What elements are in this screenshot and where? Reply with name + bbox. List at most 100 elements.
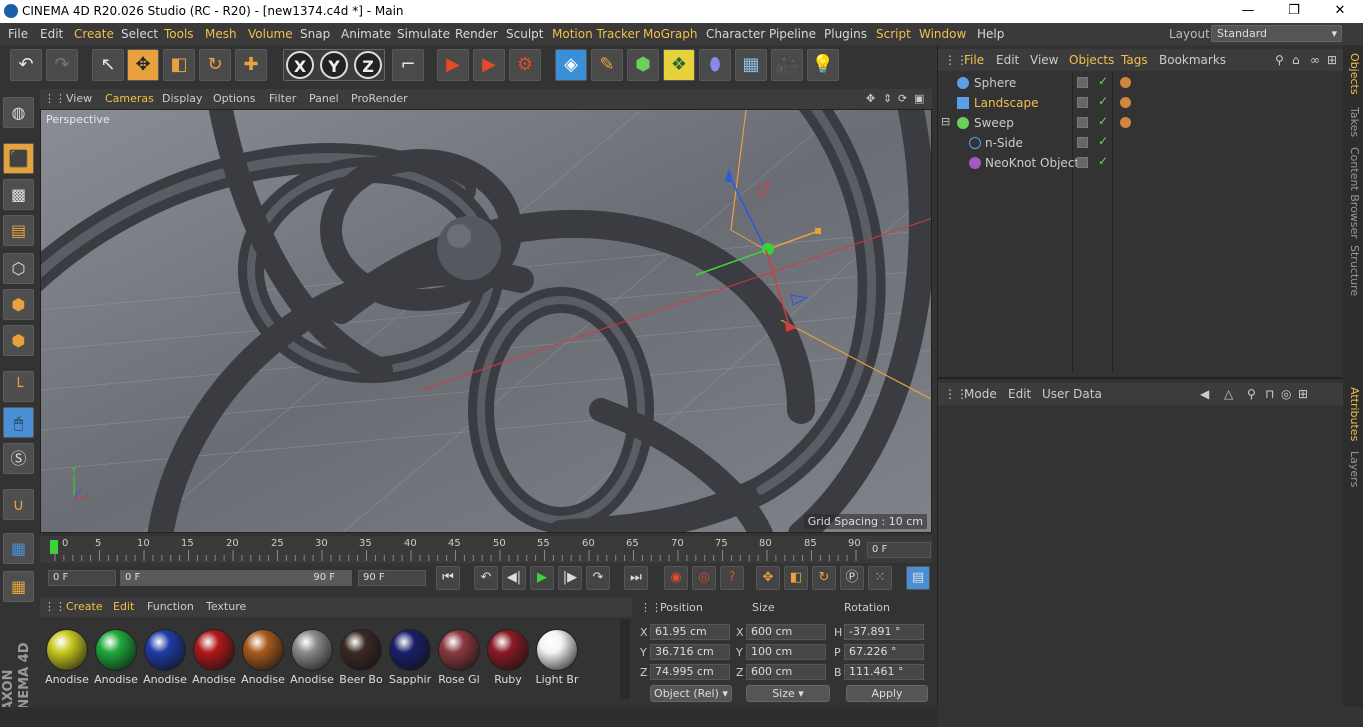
edges-mode-button[interactable]: ⬢ — [3, 289, 34, 320]
lock-icon[interactable]: ⊓ — [1265, 387, 1274, 401]
menu-tools[interactable]: Tools — [164, 27, 194, 41]
viewport-menu-options[interactable]: Options — [213, 92, 255, 105]
material-swatch[interactable]: Anodise — [44, 627, 90, 687]
material-swatch[interactable]: Anodise — [93, 627, 139, 687]
max-time-field[interactable]: 90 F — [358, 570, 426, 586]
back-arrow-icon[interactable]: ◀ — [1200, 387, 1209, 401]
position-field[interactable]: 61.95 cm — [650, 624, 730, 640]
points-mode-button[interactable]: ⬡ — [3, 253, 34, 284]
array-button[interactable]: ❖ — [663, 49, 695, 81]
snap-button[interactable]: ∪ — [3, 489, 34, 520]
menu-render[interactable]: Render — [455, 27, 498, 41]
menu-simulate[interactable]: Simulate — [397, 27, 450, 41]
play-button[interactable]: ▶ — [530, 566, 554, 590]
3d-viewport[interactable]: Y Perspective Grid Spacing : 10 cm — [40, 109, 932, 533]
autokey-button[interactable]: ◎ — [692, 566, 716, 590]
up-arrow-icon[interactable]: △ — [1224, 387, 1233, 401]
deformer-button[interactable]: ⬮ — [699, 49, 731, 81]
object-menu-edit[interactable]: Edit — [996, 53, 1019, 67]
home-icon[interactable]: ⌂ — [1292, 53, 1300, 67]
material-menu-function[interactable]: Function — [147, 600, 194, 613]
layer-square-icon[interactable] — [1077, 117, 1088, 128]
spline-pen-button[interactable]: ✎ — [591, 49, 623, 81]
material-menu-create[interactable]: Create — [66, 600, 103, 613]
viewport-menu-view[interactable]: View — [66, 92, 92, 105]
object-row-sweep[interactable]: ⊟ Sweep ✓ — [938, 114, 1344, 133]
menu-create[interactable]: Create — [74, 27, 114, 41]
material-swatch[interactable]: Sapphir — [387, 627, 433, 687]
menu-character[interactable]: Character — [706, 27, 765, 41]
enabled-check-icon[interactable]: ✓ — [1098, 134, 1108, 148]
tab-structure[interactable]: Structure — [1345, 245, 1361, 296]
floor-button[interactable]: ▦ — [735, 49, 767, 81]
viewport-menu-panel[interactable]: Panel — [309, 92, 339, 105]
rotation-field[interactable]: 67.226 ° — [844, 644, 924, 660]
enabled-check-icon[interactable]: ✓ — [1098, 114, 1108, 128]
object-row-landscape[interactable]: Landscape ✓ — [938, 94, 1344, 113]
key-parameter-button[interactable]: Ⓟ — [840, 566, 864, 590]
object-menu-file[interactable]: File — [964, 53, 984, 67]
attribute-menu-edit[interactable]: Edit — [1008, 387, 1031, 401]
tab-objects[interactable]: Objects — [1345, 53, 1361, 95]
menu-script[interactable]: Script — [876, 27, 911, 41]
collapse-toggle-icon[interactable]: ⊟ — [941, 115, 950, 128]
link-icon[interactable]: ∞ — [1310, 53, 1320, 67]
menu-motion-tracker[interactable]: Motion Tracker — [552, 27, 640, 41]
material-tag-icon[interactable] — [1120, 117, 1131, 128]
menu-sculpt[interactable]: Sculpt — [506, 27, 543, 41]
material-swatch[interactable]: Beer Bo — [338, 627, 384, 687]
size-field[interactable]: 100 cm — [746, 644, 826, 660]
layer-square-icon[interactable] — [1077, 97, 1088, 108]
object-menu-tags[interactable]: Tags — [1121, 53, 1148, 67]
menu-window[interactable]: Window — [919, 27, 966, 41]
go-to-end-button[interactable]: ⏭ — [624, 566, 648, 590]
coordinate-system-button[interactable]: ⌐ — [392, 49, 424, 81]
previous-key-button[interactable]: ↶ — [474, 566, 498, 590]
menu-plugins[interactable]: Plugins — [824, 27, 867, 41]
key-rotation-button[interactable]: ↻ — [812, 566, 836, 590]
menu-mograph[interactable]: MoGraph — [643, 27, 698, 41]
cube-primitive-button[interactable]: ◈ — [555, 49, 587, 81]
live-selection-button[interactable]: ↖ — [92, 49, 124, 81]
axis-mode-button[interactable]: └ — [3, 371, 34, 402]
model-mode-button[interactable]: ⬛ — [3, 143, 34, 174]
viewport-menu-prorender[interactable]: ProRender — [351, 92, 408, 105]
object-row-neoknot[interactable]: NeoKnot Object ✓ — [938, 154, 1344, 173]
menu-file[interactable]: File — [8, 27, 28, 41]
attribute-menu-mode[interactable]: Mode — [964, 387, 997, 401]
minimize-button[interactable]: — — [1225, 0, 1271, 23]
z-axis-lock-icon[interactable]: Z — [354, 51, 382, 79]
texture-mode-button[interactable]: ▩ — [3, 179, 34, 210]
material-swatch[interactable]: Light Br — [534, 627, 580, 687]
workplane-mode-button[interactable]: ▤ — [3, 215, 34, 246]
search-icon[interactable]: ⚲ — [1247, 387, 1256, 401]
render-settings-button[interactable]: ⚙ — [509, 49, 541, 81]
undo-button[interactable]: ↶ — [10, 49, 42, 81]
close-button[interactable]: ✕ — [1317, 0, 1363, 23]
size-field[interactable]: 600 cm — [746, 664, 826, 680]
object-menu-objects[interactable]: Objects — [1069, 53, 1114, 67]
size-mode-dropdown[interactable]: Size ▾ — [746, 685, 830, 702]
size-field[interactable]: 600 cm — [746, 624, 826, 640]
target-icon[interactable]: ◎ — [1281, 387, 1291, 401]
viewport-move-icon[interactable]: ✥ — [866, 92, 875, 105]
material-menu-texture[interactable]: Texture — [206, 600, 246, 613]
material-tag-icon[interactable] — [1120, 97, 1131, 108]
record-keys-button[interactable]: ◉ — [664, 566, 688, 590]
tab-attributes[interactable]: Attributes — [1345, 387, 1361, 441]
polygons-mode-button[interactable]: ⬢ — [3, 325, 34, 356]
material-swatch[interactable]: Anodise — [240, 627, 286, 687]
subdivision-button[interactable]: ⬢ — [627, 49, 659, 81]
coordinate-mode-dropdown[interactable]: Object (Rel) ▾ — [650, 685, 732, 702]
menu-edit[interactable]: Edit — [40, 27, 63, 41]
range-slider[interactable]: 0 F 90 F — [120, 570, 352, 586]
position-field[interactable]: 36.716 cm — [650, 644, 730, 660]
tab-layers[interactable]: Layers — [1345, 451, 1361, 487]
viewport-rotate-icon[interactable]: ⟳ — [898, 92, 907, 105]
viewport-menu-filter[interactable]: Filter — [269, 92, 296, 105]
keyframe-selection-button[interactable]: ? — [720, 566, 744, 590]
attribute-menu-user-data[interactable]: User Data — [1042, 387, 1102, 401]
rotation-field[interactable]: -37.891 ° — [844, 624, 924, 640]
menu-pipeline[interactable]: Pipeline — [769, 27, 816, 41]
enabled-check-icon[interactable]: ✓ — [1098, 74, 1108, 88]
